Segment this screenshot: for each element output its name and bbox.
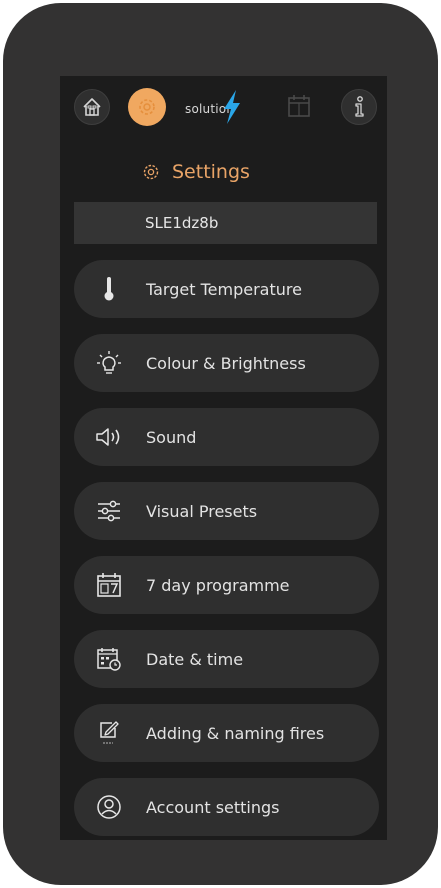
lightning-bolt-icon	[221, 90, 243, 124]
menu-item-label: Date & time	[146, 649, 244, 669]
page-heading: Settings	[142, 159, 250, 185]
home-icon	[81, 96, 103, 118]
app-screen: solution Settings SLE1dz8b Target Temper…	[60, 76, 387, 840]
settings-gear-icon	[135, 95, 159, 119]
top-bar: solution	[60, 76, 387, 146]
menu-item-label: Colour & Brightness	[146, 353, 306, 373]
calendar-icon	[286, 93, 312, 119]
edit-icon	[94, 718, 124, 748]
menu-item-label: 7 day programme	[146, 575, 290, 595]
device-name-field: SLE1dz8b	[74, 202, 377, 244]
menu-item-7-day-programme[interactable]: 7 day programme	[74, 556, 379, 614]
gear-icon	[142, 163, 160, 181]
calendar-button[interactable]	[286, 93, 312, 119]
brand-logo: solution	[185, 90, 265, 124]
menu-item-sound[interactable]: Sound	[74, 408, 379, 466]
date-time-icon	[94, 644, 124, 674]
menu-item-label: Account settings	[146, 797, 280, 817]
menu-item-visual-presets[interactable]: Visual Presets	[74, 482, 379, 540]
page-title: Settings	[172, 161, 250, 183]
speaker-icon	[94, 422, 124, 452]
user-account-icon	[94, 792, 124, 822]
menu-item-label: Visual Presets	[146, 501, 258, 521]
home-button[interactable]	[74, 89, 110, 125]
info-button[interactable]	[341, 89, 377, 125]
menu-item-label: Target Temperature	[146, 279, 302, 299]
settings-button[interactable]	[128, 88, 166, 126]
menu-item-date-time[interactable]: Date & time	[74, 630, 379, 688]
menu-item-account-settings[interactable]: Account settings	[74, 778, 379, 836]
menu-item-label: Sound	[146, 427, 197, 447]
lightbulb-icon	[94, 348, 124, 378]
menu-item-colour-brightness[interactable]: Colour & Brightness	[74, 334, 379, 392]
menu-item-target-temperature[interactable]: Target Temperature	[74, 260, 379, 318]
thermometer-icon	[94, 274, 124, 304]
menu-item-label: Adding & naming fires	[146, 723, 325, 743]
calendar-7-icon	[94, 570, 124, 600]
phone-frame: solution Settings SLE1dz8b Target Temper…	[3, 3, 438, 885]
sliders-icon	[94, 496, 124, 526]
menu-item-adding-naming-fires[interactable]: Adding & naming fires	[74, 704, 379, 762]
info-icon	[349, 96, 369, 118]
